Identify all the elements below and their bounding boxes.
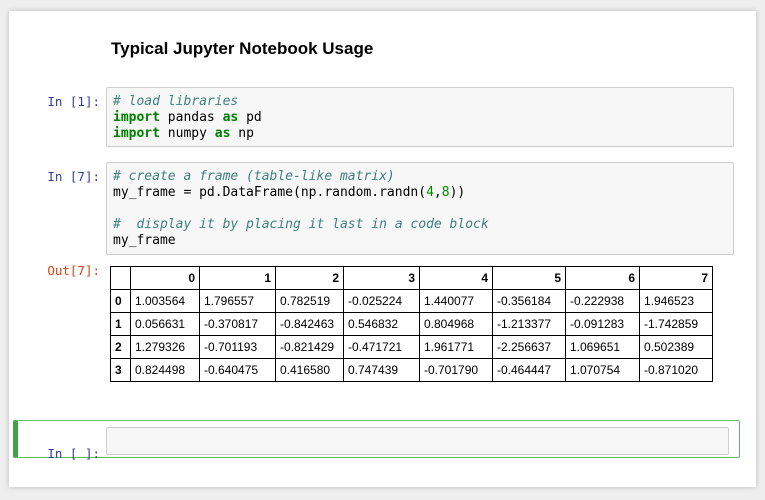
- column-header: 5: [492, 266, 566, 290]
- code-comment: # load libraries: [113, 94, 239, 109]
- code-keyword: import: [113, 126, 160, 141]
- code-text: my_frame = pd.DataFrame(np.random.randn(: [113, 185, 427, 200]
- notebook-title: Typical Jupyter Notebook Usage: [111, 39, 374, 58]
- table-cell: -0.091283: [565, 312, 640, 336]
- table-cell: 1.440077: [419, 289, 493, 313]
- table-cell: -1.213377: [492, 312, 566, 336]
- row-index: 1: [110, 312, 131, 336]
- table-cell: -0.464447: [492, 358, 566, 382]
- table-cell: -0.370817: [199, 312, 276, 336]
- row-index: 3: [110, 358, 131, 382]
- code-text: pd: [238, 110, 262, 125]
- table-row: 3 0.824498 -0.640475 0.416580 0.747439 -…: [110, 358, 713, 382]
- code-keyword: as: [222, 110, 239, 125]
- table-cell: -0.701193: [199, 335, 276, 359]
- code-keyword: import: [113, 110, 160, 125]
- table-cell: 0.747439: [343, 358, 420, 382]
- cell-1-code-input[interactable]: # load libraries import pandas as pd imp…: [106, 87, 734, 147]
- table-cell: 1.796557: [199, 289, 276, 313]
- table-row: 2 1.279326 -0.701193 -0.821429 -0.471721…: [110, 335, 713, 359]
- column-header: 1: [199, 266, 276, 290]
- code-text: numpy: [159, 126, 215, 141]
- table-cell: -0.842463: [275, 312, 344, 336]
- table-cell: 1.069651: [565, 335, 640, 359]
- table-cell: 0.502389: [639, 335, 713, 359]
- table-header-row: 0 1 2 3 4 5 6 7: [110, 266, 713, 290]
- table-cell: 0.056631: [130, 312, 200, 336]
- column-header: 7: [639, 266, 713, 290]
- table-cell: -0.640475: [199, 358, 276, 382]
- output-prompt: Out[7]:: [47, 263, 100, 278]
- table-cell: -0.871020: [639, 358, 713, 382]
- column-header: 3: [343, 266, 420, 290]
- column-header: 6: [565, 266, 640, 290]
- table-cell: 0.804968: [419, 312, 493, 336]
- index-header: [110, 266, 131, 290]
- code-comment: # create a frame (table-like matrix): [113, 169, 395, 184]
- table-cell: 1.003564: [130, 289, 200, 313]
- table-cell: 0.824498: [130, 358, 200, 382]
- empty-code-input[interactable]: [106, 427, 729, 455]
- table-cell: -0.356184: [492, 289, 566, 313]
- cell-2-code-input[interactable]: # create a frame (table-like matrix) my_…: [106, 162, 734, 255]
- dataframe-table: 0 1 2 3 4 5 6 7 0 1.003564 1.796557 0.78…: [110, 266, 713, 382]
- table-cell: 1.946523: [639, 289, 713, 313]
- column-header: 4: [419, 266, 493, 290]
- table-cell: 1.961771: [419, 335, 493, 359]
- table-cell: -0.701790: [419, 358, 493, 382]
- code-comment: # display it by placing it last in a cod…: [113, 217, 489, 232]
- cell-2-prompt: In [7]:: [47, 169, 100, 184]
- row-index: 2: [110, 335, 131, 359]
- column-header: 0: [130, 266, 200, 290]
- table-cell: 0.416580: [275, 358, 344, 382]
- cell-1-prompt: In [1]:: [47, 94, 100, 109]
- code-text: )): [449, 185, 466, 200]
- table-cell: -0.821429: [275, 335, 344, 359]
- table-cell: 1.279326: [130, 335, 200, 359]
- empty-cell-prompt: In [ ]:: [47, 446, 100, 461]
- column-header: 2: [275, 266, 344, 290]
- table-cell: 0.546832: [343, 312, 420, 336]
- code-text: np: [230, 126, 254, 141]
- code-text: pandas: [159, 110, 223, 125]
- code-text: my_frame: [113, 233, 176, 248]
- table-cell: -0.471721: [343, 335, 420, 359]
- code-text: ,: [433, 185, 442, 200]
- row-index: 0: [110, 289, 131, 313]
- table-row: 0 1.003564 1.796557 0.782519 -0.025224 1…: [110, 289, 713, 313]
- table-cell: -2.256637: [492, 335, 566, 359]
- table-cell: 1.070754: [565, 358, 640, 382]
- code-keyword: as: [214, 126, 231, 141]
- code-number: 8: [441, 185, 450, 200]
- table-cell: -1.742859: [639, 312, 713, 336]
- table-row: 1 0.056631 -0.370817 -0.842463 0.546832 …: [110, 312, 713, 336]
- table-cell: 0.782519: [275, 289, 344, 313]
- table-cell: -0.222938: [565, 289, 640, 313]
- code-number: 4: [426, 185, 434, 200]
- table-cell: -0.025224: [343, 289, 420, 313]
